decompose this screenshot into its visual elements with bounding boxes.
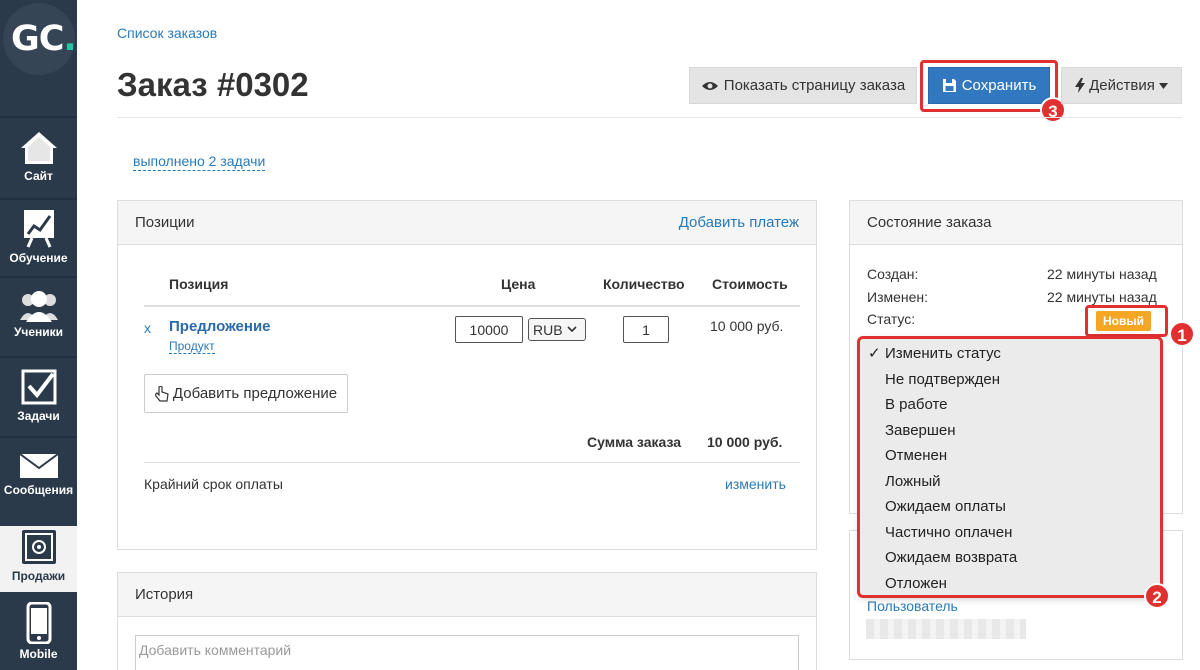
column-header-quantity: Количество bbox=[603, 276, 685, 292]
sidebar-item-mobile[interactable]: Mobile bbox=[0, 602, 77, 666]
total-divider bbox=[144, 462, 800, 463]
blurred-user-info bbox=[866, 619, 1026, 639]
modified-label: Изменен: bbox=[867, 289, 929, 305]
envelope-icon bbox=[18, 453, 59, 478]
logo-letters: GC bbox=[11, 19, 64, 59]
actions-label: Действия bbox=[1089, 77, 1155, 94]
logo-text: GC. bbox=[11, 19, 77, 59]
positions-panel: Позиции Добавить платеж Позиция Цена Кол… bbox=[117, 200, 817, 550]
actions-dropdown-button[interactable]: Действия bbox=[1061, 67, 1182, 104]
order-status-title: Состояние заказа bbox=[867, 214, 992, 231]
sidebar-divider bbox=[0, 276, 77, 278]
add-payment-link[interactable]: Добавить платеж bbox=[679, 214, 799, 231]
lightning-icon bbox=[1075, 78, 1086, 93]
caret-down-icon bbox=[1158, 82, 1168, 89]
chevron-down-icon bbox=[566, 326, 577, 333]
status-highlight-frame bbox=[1085, 305, 1168, 337]
house-icon bbox=[20, 132, 57, 164]
positions-title: Позиции bbox=[135, 214, 195, 231]
quantity-input[interactable]: 1 bbox=[623, 316, 669, 343]
table-header-divider bbox=[144, 305, 800, 307]
created-label: Создан: bbox=[867, 266, 919, 282]
sidebar-item-messages[interactable]: Сообщения bbox=[0, 452, 77, 506]
sidebar-divider bbox=[0, 436, 77, 438]
breadcrumb-orders-list[interactable]: Список заказов bbox=[117, 25, 217, 41]
sidebar-item-students[interactable]: Ученики bbox=[0, 290, 77, 346]
modified-value: 22 минуты назад bbox=[1047, 289, 1157, 305]
currency-select[interactable]: RUB bbox=[528, 318, 586, 341]
status-label: Статус: bbox=[867, 311, 916, 327]
save-highlight-frame bbox=[920, 60, 1058, 112]
show-order-page-label: Показать страницу заказа bbox=[723, 77, 906, 94]
column-header-cost: Стоимость bbox=[712, 276, 788, 292]
header-divider bbox=[117, 117, 1182, 118]
comment-input[interactable]: Добавить комментарий bbox=[135, 635, 799, 670]
created-value: 22 минуты назад bbox=[1047, 266, 1157, 282]
column-header-price: Цена bbox=[501, 276, 536, 292]
price-input[interactable]: 10000 bbox=[455, 316, 523, 343]
history-title: История bbox=[135, 586, 194, 603]
user-link[interactable]: Пользователь bbox=[867, 598, 958, 614]
phone-icon bbox=[26, 602, 51, 644]
show-order-page-button[interactable]: Показать страницу заказа bbox=[689, 67, 917, 104]
users-icon bbox=[19, 291, 58, 322]
sidebar-item-label: Задачи bbox=[17, 409, 60, 423]
payment-deadline-label: Крайний срок оплаты bbox=[144, 476, 283, 492]
column-header-item: Позиция bbox=[169, 276, 229, 292]
logo-dot: . bbox=[63, 19, 76, 59]
sidebar-item-label: Продажи bbox=[11, 569, 66, 583]
currency-value: RUB bbox=[533, 321, 563, 338]
sidebar: GC. Сайт Обучение Ученики Задачи Сообщен… bbox=[0, 0, 77, 670]
sidebar-item-label: Сайт bbox=[24, 169, 53, 183]
sidebar-item-sales[interactable]: Продажи bbox=[0, 526, 77, 592]
callout-badge-2: 2 bbox=[1144, 583, 1170, 609]
sidebar-divider bbox=[0, 116, 77, 118]
chart-board-icon bbox=[23, 210, 54, 248]
item-name-link[interactable]: Предложение bbox=[169, 318, 271, 335]
sidebar-item-tasks[interactable]: Задачи bbox=[0, 368, 77, 426]
sidebar-item-label: Ученики bbox=[13, 325, 64, 339]
sidebar-item-label: Mobile bbox=[19, 647, 58, 661]
positions-panel-header: Позиции Добавить платеж bbox=[118, 201, 816, 245]
order-total-label: Сумма заказа bbox=[587, 434, 682, 450]
dropdown-highlight-frame bbox=[857, 336, 1163, 598]
remove-item-button[interactable]: x bbox=[144, 320, 151, 336]
eye-icon bbox=[701, 81, 718, 90]
logo[interactable]: GC. bbox=[0, 0, 77, 113]
order-total-value: 10 000 руб. bbox=[707, 434, 783, 450]
item-type-link[interactable]: Продукт bbox=[169, 339, 215, 354]
completed-tasks-link[interactable]: выполнено 2 задачи bbox=[133, 153, 266, 171]
sidebar-item-learning[interactable]: Обучение bbox=[0, 208, 77, 272]
sidebar-item-label: Обучение bbox=[9, 251, 68, 265]
sidebar-item-label: Сообщения bbox=[3, 483, 74, 497]
add-offer-button[interactable]: Добавить предложение bbox=[144, 374, 348, 413]
change-deadline-link[interactable]: изменить bbox=[725, 476, 786, 492]
history-panel: История Добавить комментарий bbox=[117, 572, 817, 670]
hand-pointer-icon bbox=[154, 385, 169, 402]
add-offer-label: Добавить предложение bbox=[172, 385, 338, 402]
page-title: Заказ #0302 bbox=[117, 66, 309, 103]
sidebar-divider bbox=[0, 198, 77, 200]
order-status-panel-header: Состояние заказа bbox=[850, 201, 1182, 245]
sidebar-item-site[interactable]: Сайт bbox=[0, 130, 77, 196]
history-panel-header: История bbox=[118, 573, 816, 617]
safe-icon bbox=[21, 530, 56, 564]
callout-badge-1: 1 bbox=[1169, 321, 1195, 347]
sidebar-divider bbox=[0, 356, 77, 358]
checkbox-icon bbox=[21, 369, 56, 405]
item-cost: 10 000 руб. bbox=[710, 318, 784, 334]
